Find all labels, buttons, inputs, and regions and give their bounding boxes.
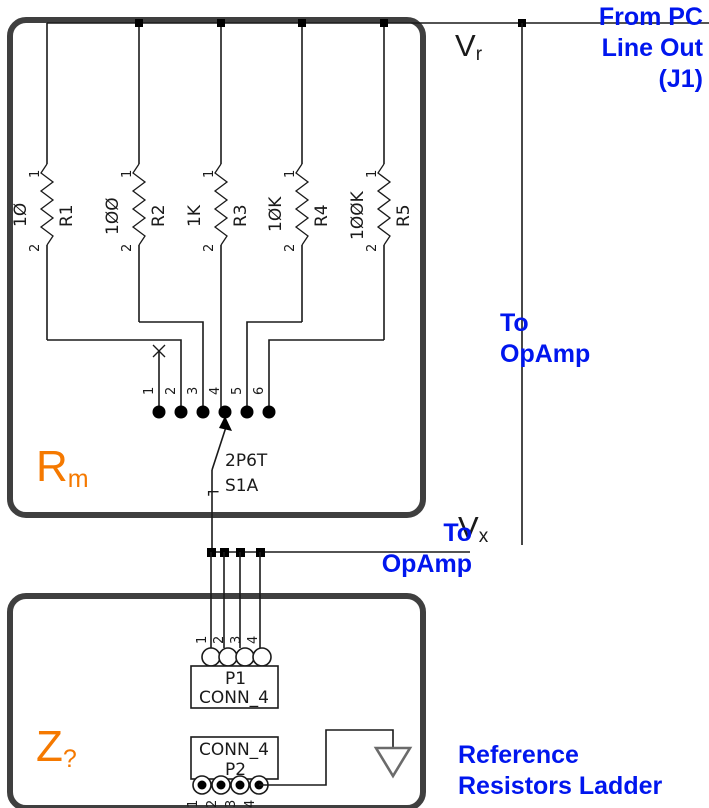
resistor-r4-pin-bottom: 2: [283, 244, 298, 252]
enclosure-zx-label: Z?: [36, 722, 77, 773]
net-label-vx-sub: x: [478, 526, 489, 547]
annotation-from-pc: From PC Line Out (J1): [598, 3, 703, 93]
connector-p1-line1: P1: [225, 669, 246, 689]
ground-symbol: [259, 729, 413, 786]
resistor-r2-value: 1ØØ: [103, 197, 123, 235]
enclosure-rm-label-main: R: [36, 442, 68, 491]
net-label-vr-main: V: [455, 28, 476, 63]
resistor-r5-value: 1ØØK: [348, 190, 368, 240]
resistor-r5-pin-bottom: 2: [365, 244, 380, 252]
connector-p1-pin-3: 3: [229, 636, 244, 644]
connector-p1: P1 CONN_4 1 2 3 4: [190, 636, 279, 709]
connector-p2: CONN_4 P2 1 2 3 4: [186, 736, 279, 808]
resistor-r1-pin-bottom: 2: [28, 244, 43, 252]
resistor-r3: 1 2 1K R3: [185, 163, 251, 412]
connector-p2-line1: CONN_4: [199, 740, 269, 760]
net-label-vr-sub: r: [475, 44, 483, 65]
resistor-r1-value: 1Ø: [11, 203, 31, 227]
resistor-r5-ref: R5: [394, 204, 414, 227]
resistor-r2-pin-top: 1: [120, 170, 135, 178]
schematic-canvas: .wire { stroke:#1a1a1a; stroke-width:1.6…: [0, 0, 709, 808]
connector-p2-pin-1: 1: [186, 800, 201, 808]
enclosure-rm: [7, 17, 426, 518]
connector-p2-pin-2: 2: [205, 800, 220, 808]
resistor-r1-ref: R1: [57, 204, 77, 227]
net-vr: [46, 19, 709, 545]
connector-p1-pin-1: 1: [195, 636, 210, 644]
resistor-r5-pin-top: 1: [365, 170, 380, 178]
resistor-r4: 1 2 1ØK R4: [266, 163, 332, 322]
switch-wiper-mark: ⌐: [206, 483, 220, 503]
enclosure-zx-label-sub: ?: [62, 745, 77, 773]
resistor-r3-pin-top: 1: [202, 170, 217, 178]
net-label-vr: Vr: [455, 28, 483, 65]
resistor-r2-pin-bottom: 2: [120, 244, 135, 252]
resistor-r4-ref: R4: [312, 204, 332, 227]
switch-pin-5: 5: [230, 387, 245, 395]
connector-p1-pin-4: 4: [246, 636, 261, 644]
resistor-r1: 1 2 1Ø R1: [11, 163, 77, 340]
resistor-r3-pin-bottom: 2: [202, 244, 217, 252]
resistor-r3-ref: R3: [231, 204, 251, 227]
resistor-r1-pin-top: 1: [28, 170, 43, 178]
connector-p1-pin-2: 2: [212, 636, 227, 644]
resistor-r2: 1 2 1ØØ R2: [103, 163, 169, 322]
connector-p2-pin-3: 3: [224, 800, 239, 808]
resistor-r5: 1 2 1ØØK R5: [348, 163, 414, 340]
caption-reference-resistors-ladder: Reference Resistors Ladder: [458, 741, 663, 800]
enclosure-rm-label-sub: m: [67, 465, 89, 493]
resistor-r3-value: 1K: [185, 204, 205, 227]
switch-type: 2P6T: [225, 451, 268, 471]
switch-pin-6: 6: [252, 387, 267, 395]
switch-pin-4: 4: [208, 387, 223, 395]
enclosure-rm-label: Rm: [36, 442, 89, 493]
connector-p1-line2: CONN_4: [199, 688, 269, 708]
resistor-r4-pin-top: 1: [283, 170, 298, 178]
switch-ref: S1A: [225, 476, 259, 496]
switch-pin-1: 1: [142, 387, 157, 395]
switch-pin-3: 3: [186, 387, 201, 395]
connector-p2-pin-4: 4: [243, 800, 258, 808]
resistor-r2-ref: R2: [149, 204, 169, 227]
enclosure-zx-label-main: Z: [36, 722, 63, 771]
schematic-drawing: .wire { stroke:#1a1a1a; stroke-width:1.6…: [7, 17, 709, 808]
annotation-to-opamp-bottom: To OpAmp: [381, 519, 472, 578]
annotation-to-opamp-top: To OpAmp: [500, 309, 591, 368]
switch-pin-2: 2: [164, 387, 179, 395]
resistor-r4-value: 1ØK: [266, 196, 286, 232]
